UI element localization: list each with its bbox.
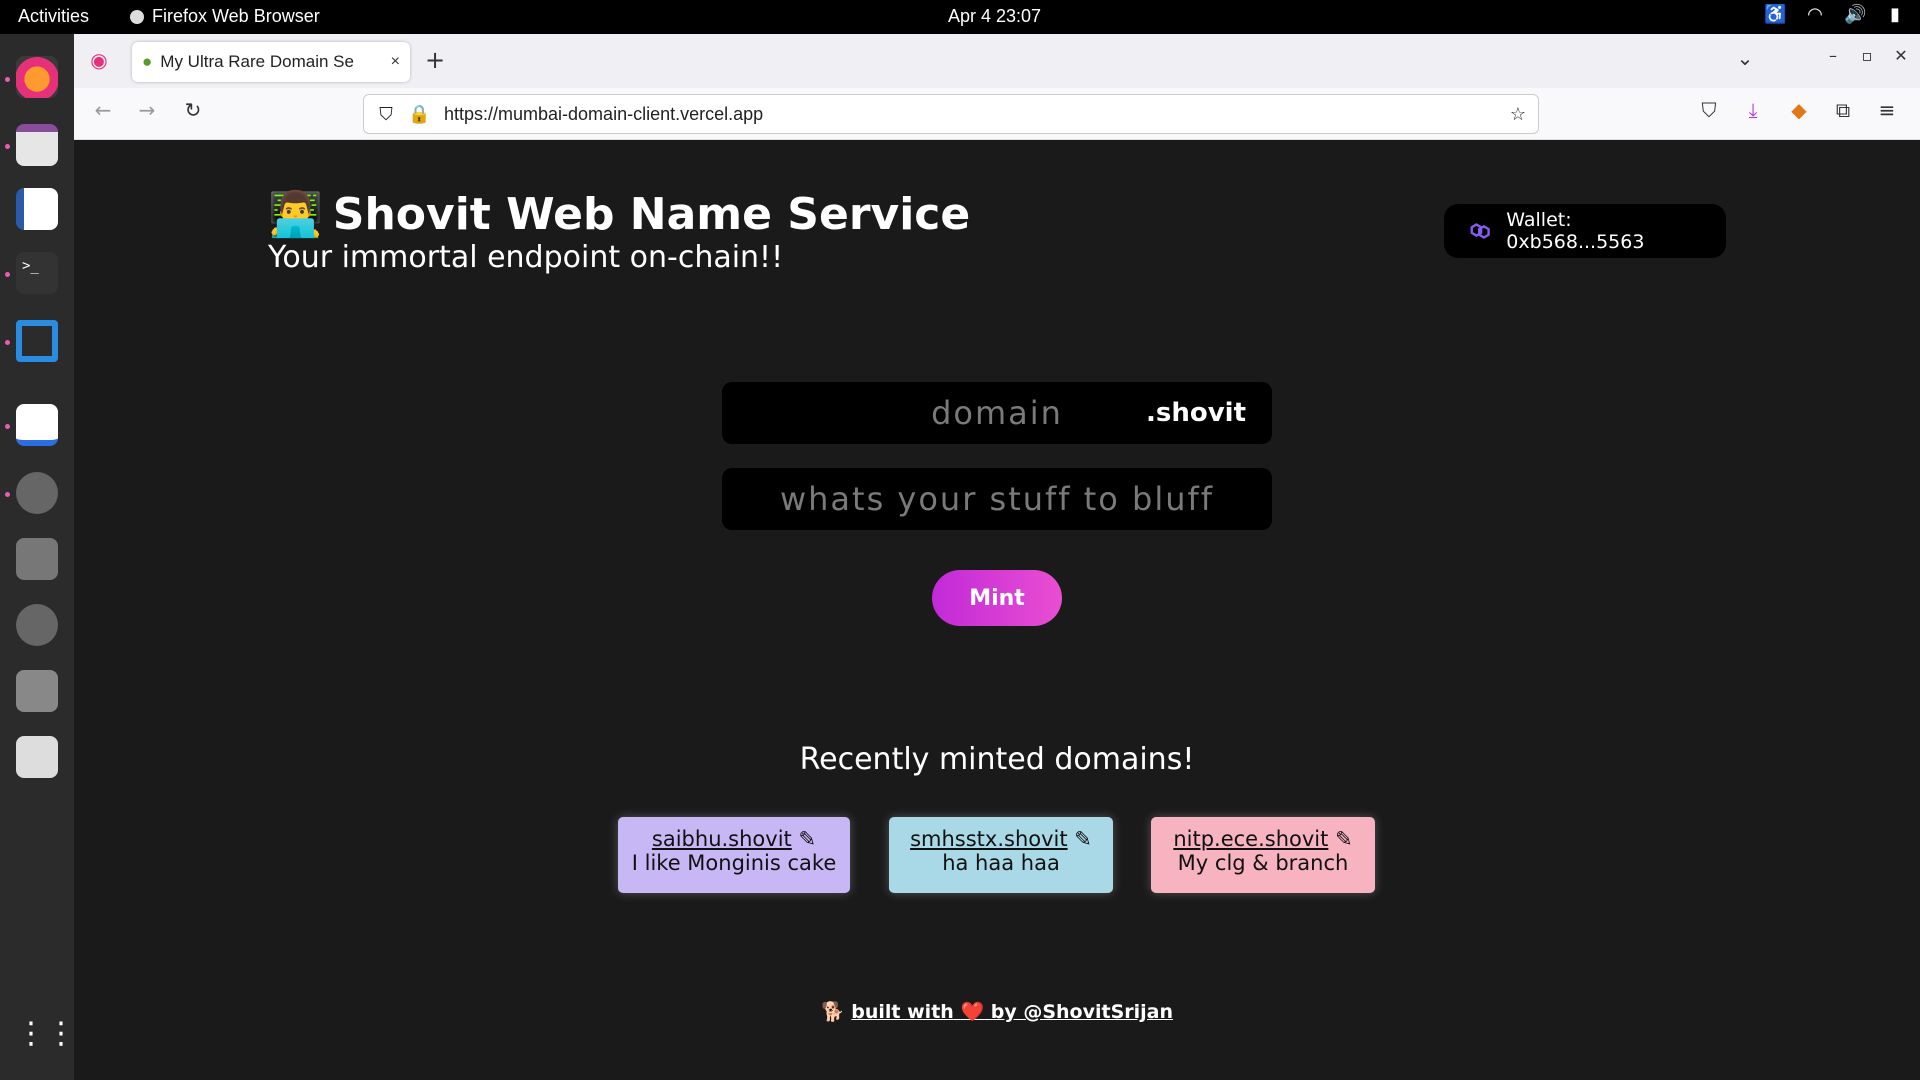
technologist-emoji-icon: 👨‍💻 — [268, 189, 323, 240]
clock[interactable]: Apr 4 23:07 — [948, 6, 1041, 27]
lock-icon[interactable]: 🔒 — [408, 104, 430, 125]
app-name: Firefox Web Browser — [152, 6, 320, 26]
close-tab-icon[interactable]: × — [391, 53, 400, 71]
terminal-dock-icon[interactable]: >_ — [16, 252, 58, 294]
ssd-dock-icon[interactable] — [16, 670, 58, 712]
text-editor-dock-icon[interactable] — [16, 404, 58, 446]
running-indicator — [5, 340, 10, 345]
page-subtitle: Your immortal endpoint on-chain!! — [268, 240, 784, 275]
domain-link[interactable]: saibhu.shovit — [652, 827, 792, 851]
list-tabs-icon[interactable]: ⌄ — [1730, 46, 1760, 70]
menu-icon[interactable]: ≡ — [1872, 98, 1902, 122]
domain-card: nitp.ece.shovit ✎ My clg & branch — [1151, 817, 1375, 893]
trash-dock-icon[interactable] — [16, 736, 58, 778]
files-dock-icon[interactable] — [16, 124, 58, 166]
firefox-icon — [130, 9, 144, 24]
volume-icon[interactable]: 🔊 — [1844, 4, 1866, 25]
domain-link[interactable]: smhsstx.shovit — [910, 827, 1068, 851]
edit-pencil-icon[interactable]: ✎ — [1335, 827, 1353, 851]
running-indicator — [5, 492, 10, 497]
new-tab-icon[interactable]: + — [420, 46, 450, 74]
tab-active[interactable]: ● My Ultra Rare Domain Se × — [132, 42, 410, 82]
tld-label: .shovit — [1145, 398, 1246, 428]
domain-record: My clg & branch — [1177, 851, 1349, 875]
close-window-icon[interactable]: ✕ — [1886, 46, 1916, 65]
url-text[interactable]: https://mumbai-domain-client.vercel.app — [444, 104, 1498, 125]
edit-pencil-icon[interactable]: ✎ — [798, 827, 816, 851]
footer: 🐕 built with ❤️ by @ShovitSrijan — [74, 1000, 1920, 1023]
heart-icon: ❤️ — [960, 1001, 985, 1023]
domain-input[interactable]: domain .shovit — [722, 382, 1272, 444]
system-tray[interactable]: ♿ ◠ 🔊 ▮ — [1764, 4, 1906, 25]
dock: >_ ⋮⋮ — [0, 34, 76, 1080]
writer-dock-icon[interactable] — [16, 188, 58, 230]
wallet-address: Wallet: 0xb568...5563 — [1506, 209, 1645, 253]
show-apps-icon[interactable]: ⋮⋮ — [16, 1016, 76, 1058]
disk-dock-icon[interactable] — [16, 472, 58, 514]
vscode-dock-icon[interactable] — [16, 320, 58, 362]
record-placeholder: whats your stuff to bluff — [779, 480, 1215, 518]
edit-pencil-icon[interactable]: ✎ — [1074, 827, 1092, 851]
wallet-badge[interactable]: Wallet: 0xb568...5563 — [1444, 204, 1726, 258]
footer-suffix: by @ShovitSrijan — [990, 1001, 1174, 1023]
tab-bar: ◉ ● My Ultra Rare Domain Se × + ⌄ – ▫ ✕ — [74, 34, 1920, 88]
recent-domains-heading: Recently minted domains! — [799, 742, 1195, 777]
back-icon[interactable]: ← — [88, 98, 118, 122]
shield-icon[interactable]: ⛉ — [364, 104, 408, 125]
running-indicator — [5, 272, 10, 277]
drive-dock-icon[interactable] — [16, 538, 58, 580]
accessibility-icon[interactable]: ♿ — [1764, 4, 1786, 25]
bookmark-star-icon[interactable]: ☆ — [1498, 104, 1538, 125]
url-bar[interactable]: ⛉ 🔒 https://mumbai-domain-client.vercel.… — [363, 94, 1539, 134]
domain-link[interactable]: nitp.ece.shovit — [1173, 827, 1328, 851]
domain-card: smhsstx.shovit ✎ ha haa haa — [889, 817, 1113, 893]
record-input[interactable]: whats your stuff to bluff — [722, 468, 1272, 530]
footer-prefix: built with — [851, 1001, 954, 1023]
forward-icon[interactable]: → — [132, 98, 162, 122]
page-title-text: Shovit Web Name Service — [332, 188, 971, 240]
tab-title: My Ultra Rare Domain Se — [160, 52, 354, 71]
extensions-icon[interactable]: ⧉ — [1828, 98, 1858, 122]
avocado-favicon-icon: ● — [142, 52, 153, 71]
disc-dock-icon[interactable] — [16, 604, 58, 646]
footer-link[interactable]: built with ❤️ by @ShovitSrijan — [851, 1001, 1173, 1023]
maximize-icon[interactable]: ▫ — [1852, 46, 1882, 65]
firefox-view-icon[interactable]: ◉ — [84, 48, 114, 72]
system-top-bar: Activities Firefox Web Browser Apr 4 23:… — [0, 0, 1920, 34]
activities-button[interactable]: Activities — [18, 6, 89, 27]
metamask-icon[interactable]: ◆ — [1784, 98, 1814, 122]
wifi-icon[interactable]: ◠ — [1804, 4, 1826, 25]
running-indicator — [5, 424, 10, 429]
firefox-dock-icon[interactable] — [16, 56, 58, 98]
app-menu[interactable]: Firefox Web Browser — [130, 6, 320, 27]
domain-card: saibhu.shovit ✎ I like Monginis cake — [618, 817, 850, 893]
polygon-icon — [1470, 223, 1490, 239]
running-indicator — [5, 144, 10, 149]
doge-sunglasses-icon: 🐕 — [820, 1001, 845, 1023]
battery-icon[interactable]: ▮ — [1884, 4, 1906, 25]
domain-record: I like Monginis cake — [631, 851, 837, 875]
navigation-toolbar: ← → ↻ ⛉ 🔒 https://mumbai-domain-client.v… — [74, 88, 1920, 140]
mint-button[interactable]: Mint — [932, 570, 1062, 626]
reload-icon[interactable]: ↻ — [178, 98, 208, 122]
minimize-icon[interactable]: – — [1818, 46, 1848, 65]
running-indicator — [5, 77, 10, 82]
page-title: 👨‍💻 Shovit Web Name Service — [268, 188, 971, 241]
downloads-icon[interactable]: ⤓ — [1738, 98, 1768, 122]
pocket-icon[interactable]: ⛉ — [1694, 98, 1724, 122]
page-content: 👨‍💻 Shovit Web Name Service Your immorta… — [74, 140, 1920, 1080]
domain-record: ha haa haa — [942, 851, 1060, 875]
